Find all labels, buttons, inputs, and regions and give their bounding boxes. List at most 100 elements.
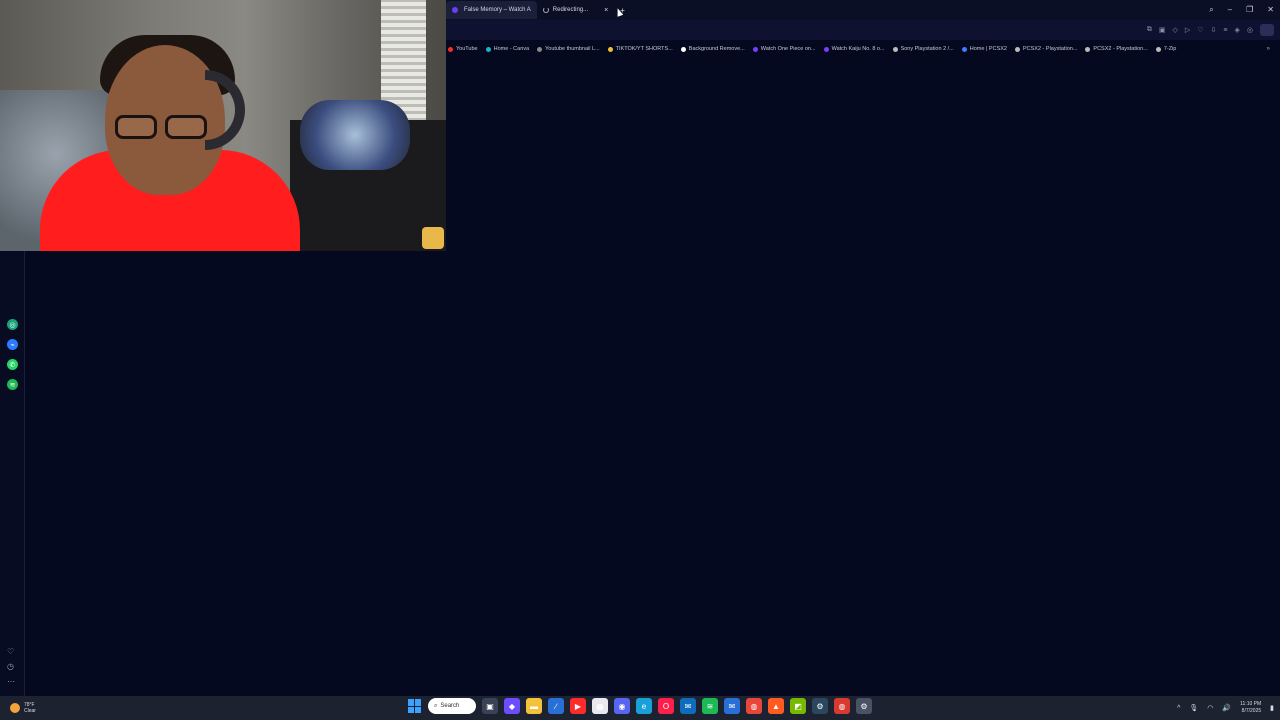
sidebar-messenger-icon[interactable]: ⌁ <box>7 339 18 350</box>
bookmarks-more-icon[interactable]: » <box>1267 46 1280 52</box>
bookmark-label: Watch One Piece on... <box>760 46 816 52</box>
taskbar-center: ⌕ Search ▣ ◆ ▬ ∕ ▶ ▦ ◉ e O ✉ ≋ ✉ ◍ ▲ ◩ ⚙ ◍ ⚙ <box>408 698 872 714</box>
bookmark-label: PCSX2 - Playstation... <box>1022 46 1078 52</box>
bookmark-item[interactable]: Sony Playstation 2 /... <box>892 46 954 52</box>
bookmark-item[interactable]: PCSX2 - Playstation... <box>1085 46 1148 52</box>
visual-studio-code-icon[interactable]: ∕ <box>548 698 564 714</box>
webcam-clothes-pile <box>300 100 410 170</box>
clock-date: 8/7/2025 <box>1241 708 1262 714</box>
restore-button[interactable]: ❐ <box>1246 5 1253 15</box>
copilot-icon[interactable]: ◆ <box>504 698 520 714</box>
brave-icon[interactable]: ▲ <box>768 698 784 714</box>
clock-time: 11:10 PM <box>1240 701 1262 707</box>
sidebar-whatsapp-icon[interactable]: ✆ <box>7 359 18 370</box>
weather-condition: Clear <box>24 708 36 714</box>
calendar-icon[interactable]: ▦ <box>592 698 608 714</box>
search-icon: ⌕ <box>434 702 438 709</box>
windows-taskbar: 78°F Clear ⌕ Search ▣ ◆ ▬ ∕ ▶ ▦ ◉ e O ✉ ≋ ✉ ◍ ▲ ◩ ⚙ ◍ ⚙ ^… <box>0 696 1280 720</box>
browser-tab-strip: False Memory – Watch A Redirecting... × … <box>446 0 1280 20</box>
bookmark-favicon-icon <box>485 46 491 52</box>
bookmark-favicon-icon <box>823 46 829 52</box>
minimize-button[interactable]: – <box>1228 5 1232 15</box>
heart-icon[interactable]: ♡ <box>1197 26 1203 34</box>
edge-icon[interactable]: e <box>636 698 652 714</box>
bookmark-item[interactable]: 7-Zip <box>1155 46 1177 52</box>
tab-favicon-icon <box>452 7 458 13</box>
bookmark-favicon-icon <box>537 46 543 52</box>
bookmark-favicon-icon <box>892 46 898 52</box>
tray-chevron-icon[interactable]: ^ <box>1177 705 1180 712</box>
sidebar-spotify-icon[interactable]: ≋ <box>7 379 18 390</box>
download-icon[interactable]: ⇩ <box>1211 26 1217 34</box>
bookmark-favicon-icon <box>448 46 453 52</box>
chrome-2-icon[interactable]: ◍ <box>834 698 850 714</box>
browser-toolbar: ⧉ ▣ ◇ ▷ ♡ ⇩ ≡ ◈ ◎ <box>446 20 1280 40</box>
bookmarks-bar: YouTube Home - Canva Youtube thumbnail L..… <box>446 42 1280 56</box>
favorites-heart-icon[interactable]: ♡ <box>7 647 14 656</box>
bookmark-label: TIKTOK/YT SHORTS... <box>615 46 673 52</box>
shield-icon[interactable]: ◇ <box>1172 26 1177 34</box>
clock[interactable]: 11:10 PM 8/7/2025 <box>1240 701 1261 715</box>
microphone-icon[interactable]: 🎙 <box>1189 704 1198 712</box>
profile-icon[interactable] <box>1260 24 1274 36</box>
close-window-button[interactable]: ✕ <box>1267 5 1274 15</box>
settings-icon[interactable]: ◎ <box>1247 26 1253 34</box>
youtube-icon[interactable]: ▶ <box>570 698 586 714</box>
wifi-icon[interactable]: ◠ <box>1207 704 1213 712</box>
bookmark-item[interactable]: Watch Kaiju No. 8 o... <box>823 46 885 52</box>
bookmark-label: 7-Zip <box>1163 46 1177 52</box>
webcam-glasses <box>115 115 215 139</box>
bookmark-item[interactable]: Watch One Piece on... <box>752 46 816 52</box>
tab-close-icon[interactable]: × <box>604 7 608 14</box>
outlook-icon[interactable]: ✉ <box>680 698 696 714</box>
bookmark-label: Sony Playstation 2 /... <box>900 46 954 52</box>
camera-icon[interactable]: ▣ <box>1159 26 1166 34</box>
bookmark-item[interactable]: Home - Canva <box>485 46 530 52</box>
bookmark-label: Background Remove... <box>688 46 745 52</box>
volume-icon[interactable]: 🔊 <box>1222 704 1231 712</box>
play-icon[interactable]: ▷ <box>1185 26 1190 34</box>
tab-false-memory[interactable]: False Memory – Watch A <box>446 1 537 19</box>
steam-icon[interactable]: ⚙ <box>812 698 828 714</box>
spotify-icon[interactable]: ≋ <box>702 698 718 714</box>
bookmark-favicon-icon <box>607 46 613 52</box>
weather-sun-icon <box>10 703 20 713</box>
loading-spinner-icon <box>542 7 549 13</box>
more-icon[interactable]: ⋯ <box>7 677 15 686</box>
bookmark-label: Home - Canva <box>493 46 530 52</box>
bookmark-favicon-icon <box>1014 46 1020 52</box>
webcam-plant <box>422 227 444 249</box>
file-explorer-icon[interactable]: ▬ <box>526 698 542 714</box>
menu-icon[interactable]: ≡ <box>1223 27 1227 34</box>
battery-icon[interactable]: ▮ <box>1270 704 1274 712</box>
bookmark-label: Watch Kaiju No. 8 o... <box>831 46 885 52</box>
tab-search-icon[interactable]: ⌕ <box>1209 5 1213 15</box>
nvidia-icon[interactable]: ◩ <box>790 698 806 714</box>
sidebar-chatgpt-icon[interactable]: ◎ <box>7 319 18 330</box>
bookmark-favicon-icon <box>1155 46 1161 52</box>
start-icon[interactable] <box>408 699 422 713</box>
opera-gx-icon[interactable]: O <box>658 698 674 714</box>
bookmark-item[interactable]: Youtube thumbnail L... <box>537 46 600 52</box>
mail-icon[interactable]: ✉ <box>724 698 740 714</box>
extensions-icon[interactable]: ◈ <box>1235 26 1240 34</box>
tab-title: Redirecting... <box>552 7 589 13</box>
taskbar-search[interactable]: ⌕ Search <box>428 698 476 714</box>
bookmark-item[interactable]: Home | PCSX2 <box>961 46 1007 52</box>
bookmark-item[interactable]: YouTube <box>448 46 478 52</box>
tab-redirecting[interactable]: Redirecting... × <box>537 1 614 19</box>
settings-icon[interactable]: ⚙ <box>856 698 872 714</box>
bookmark-label: Youtube thumbnail L... <box>545 46 600 52</box>
weather-widget[interactable]: 78°F Clear <box>0 702 60 714</box>
bookmark-favicon-icon <box>752 46 758 52</box>
history-clock-icon[interactable]: ◷ <box>7 662 14 671</box>
window-controls: ⌕ – ❐ ✕ <box>1209 5 1280 15</box>
bookmark-item[interactable]: TIKTOK/YT SHORTS... <box>607 46 673 52</box>
discord-icon[interactable]: ◉ <box>614 698 630 714</box>
chrome-icon[interactable]: ◍ <box>746 698 762 714</box>
bookmark-item[interactable]: PCSX2 - Playstation... <box>1014 46 1078 52</box>
task-view-icon[interactable]: ▣ <box>482 698 498 714</box>
snapshot-icon[interactable]: ⧉ <box>1147 26 1152 34</box>
bookmark-item[interactable]: Background Remove... <box>680 46 745 52</box>
search-label: Search <box>440 703 460 709</box>
